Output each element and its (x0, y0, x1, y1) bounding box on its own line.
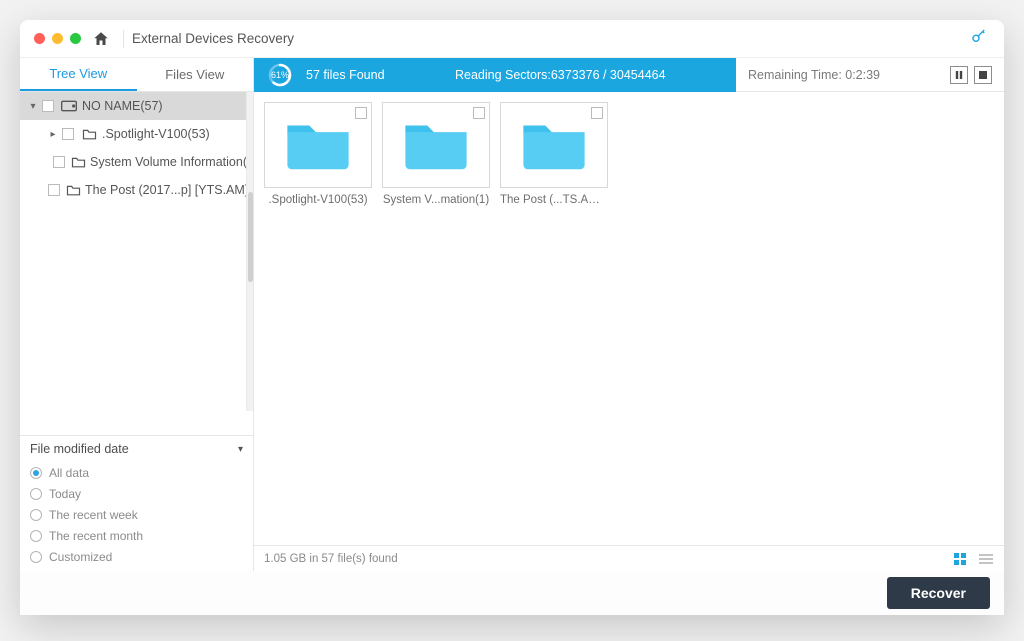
filter-option[interactable]: Customized (30, 546, 243, 567)
grid-footer: 1.05 GB in 57 file(s) found (254, 545, 1004, 571)
filter-panel: File modified date ▾ All data Today The … (20, 435, 253, 571)
folder-label: .Spotlight-V100(53) (264, 194, 372, 206)
list-icon (979, 554, 993, 564)
chevron-down-icon[interactable]: ▾ (26, 101, 40, 112)
folder-label: System V...mation(1) (382, 194, 490, 206)
checkbox[interactable] (473, 107, 485, 119)
folder-icon (80, 128, 98, 140)
filter-option[interactable]: Today (30, 483, 243, 504)
status-progress-area: 61% 57 files Found Reading Sectors:63733… (254, 58, 736, 92)
app-window: External Devices Recovery Tree View File… (20, 20, 1004, 615)
folder-icon (283, 116, 353, 175)
folder-icon (66, 184, 81, 196)
file-tree: ▾ NO NAME(57) ▸ .Spotlight-V100(53) (20, 92, 253, 435)
filter-option-label: Customized (49, 550, 112, 564)
drive-icon (60, 100, 78, 112)
checkbox[interactable] (62, 128, 74, 140)
main-body: Tree View Files View ▾ NO NAME(57) ▸ (20, 58, 1004, 571)
tab-files-view[interactable]: Files View (137, 58, 254, 91)
folder-thumbnail (382, 102, 490, 188)
folder-card[interactable]: The Post (...TS.AM](3) (500, 102, 608, 535)
titlebar: External Devices Recovery (20, 20, 1004, 58)
filter-heading-row[interactable]: File modified date ▾ (30, 442, 243, 456)
radio[interactable] (30, 467, 42, 479)
home-icon[interactable] (87, 30, 115, 48)
content-pane: 61% 57 files Found Reading Sectors:63733… (254, 58, 1004, 571)
minimize-window-button[interactable] (52, 33, 63, 44)
checkbox[interactable] (355, 107, 367, 119)
grid-view-button[interactable] (952, 552, 968, 566)
zoom-window-button[interactable] (70, 33, 81, 44)
filter-option-label: All data (49, 466, 89, 480)
filter-option-label: The recent week (49, 508, 138, 522)
page-title: External Devices Recovery (132, 31, 970, 46)
checkbox[interactable] (53, 156, 65, 168)
scan-control-buttons (950, 66, 992, 84)
checkbox[interactable] (591, 107, 603, 119)
tree-row[interactable]: ▸ .Spotlight-V100(53) (20, 120, 253, 148)
scrollbar-thumb[interactable] (248, 192, 253, 282)
sidebar: Tree View Files View ▾ NO NAME(57) ▸ (20, 58, 254, 571)
tree-item-label: .Spotlight-V100(53) (102, 127, 210, 141)
tab-tree-view[interactable]: Tree View (20, 58, 137, 91)
filter-option-label: The recent month (49, 529, 143, 543)
folder-icon (519, 116, 589, 175)
list-view-button[interactable] (978, 552, 994, 566)
folder-icon (401, 116, 471, 175)
reading-sectors-label: Reading Sectors:6373376 / 30454464 (455, 68, 666, 82)
status-right-area: Remaining Time: 0:2:39 (736, 58, 1004, 92)
checkbox[interactable] (42, 100, 54, 112)
filter-option[interactable]: All data (30, 462, 243, 483)
progress-percent-label: 61% (268, 63, 292, 87)
status-bar: 61% 57 files Found Reading Sectors:63733… (254, 58, 1004, 92)
tree-row[interactable]: The Post (2017...p] [YTS.AM]( (20, 176, 253, 204)
filter-option[interactable]: The recent week (30, 504, 243, 525)
radio[interactable] (30, 509, 42, 521)
folder-card[interactable]: System V...mation(1) (382, 102, 490, 535)
action-bar: Recover (20, 571, 1004, 615)
radio[interactable] (30, 530, 42, 542)
stop-button[interactable] (974, 66, 992, 84)
recover-button[interactable]: Recover (887, 577, 990, 609)
tree-item-label: The Post (2017...p] [YTS.AM]( (85, 183, 252, 197)
tree-root-label: NO NAME(57) (82, 99, 163, 113)
progress-ring: 61% (268, 63, 292, 87)
folder-card[interactable]: .Spotlight-V100(53) (264, 102, 372, 535)
folder-icon (71, 156, 86, 168)
folder-thumbnail (500, 102, 608, 188)
grid-icon (954, 553, 966, 565)
tree-item-label: System Volume Information( (90, 155, 247, 169)
filter-option-label: Today (49, 487, 81, 501)
key-icon[interactable] (970, 27, 988, 50)
close-window-button[interactable] (34, 33, 45, 44)
folder-label: The Post (...TS.AM](3) (500, 194, 608, 206)
folder-grid: .Spotlight-V100(53) System V...mation(1) (254, 92, 1004, 545)
chevron-right-icon[interactable]: ▸ (46, 129, 60, 140)
radio[interactable] (30, 551, 42, 563)
filter-option[interactable]: The recent month (30, 525, 243, 546)
radio[interactable] (30, 488, 42, 500)
checkbox[interactable] (48, 184, 60, 196)
summary-label: 1.05 GB in 57 file(s) found (264, 553, 398, 565)
chevron-down-icon: ▾ (238, 444, 243, 455)
separator (123, 30, 124, 48)
sidebar-scrollbar[interactable] (246, 92, 253, 411)
files-found-label: 57 files Found (306, 68, 385, 82)
tree-row[interactable]: System Volume Information( (20, 148, 253, 176)
tree-root-row[interactable]: ▾ NO NAME(57) (20, 92, 253, 120)
pause-button[interactable] (950, 66, 968, 84)
remaining-time-label: Remaining Time: 0:2:39 (748, 68, 880, 82)
sidebar-tabs: Tree View Files View (20, 58, 253, 92)
folder-thumbnail (264, 102, 372, 188)
filter-heading: File modified date (30, 442, 129, 456)
view-toggle (952, 552, 994, 566)
window-controls (30, 33, 87, 44)
